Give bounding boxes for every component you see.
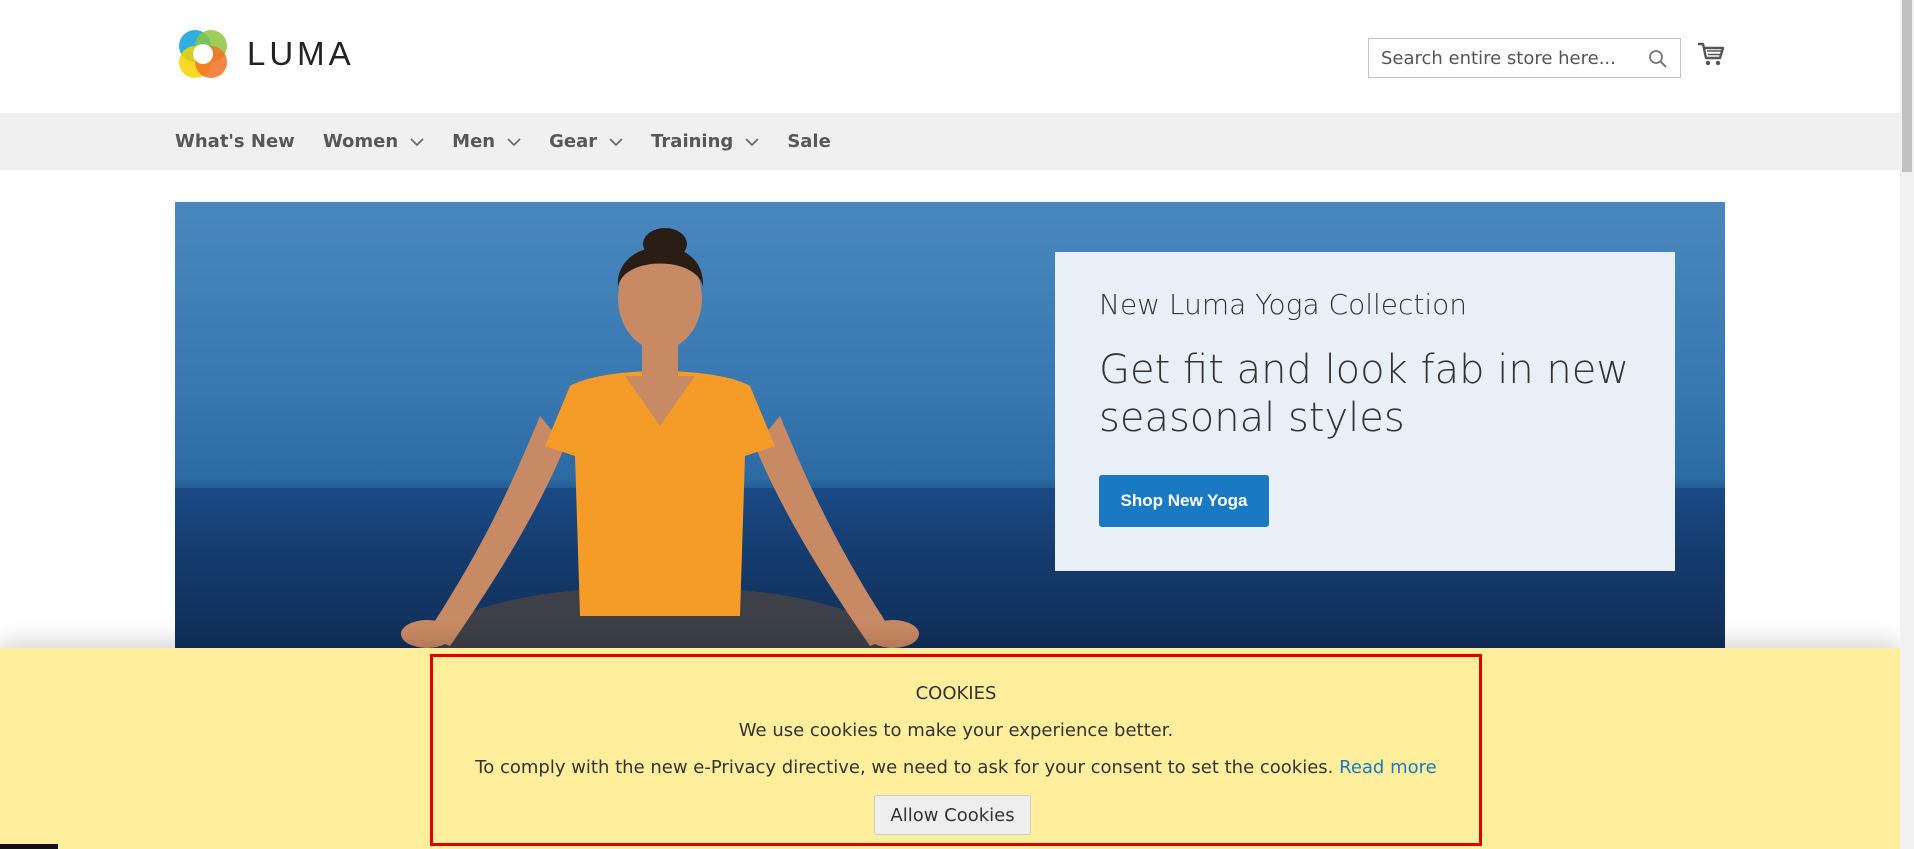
yoga-model-image — [401, 228, 919, 649]
site-header: LUMA — [0, 0, 1900, 113]
main-navigation: What's New Women Men Gear Training Sale — [0, 113, 1900, 170]
nav-item-men[interactable]: Men — [452, 131, 521, 152]
nav-item-label: Training — [651, 131, 734, 152]
read-more-link[interactable]: Read more — [1339, 757, 1437, 778]
store-logo[interactable]: LUMA — [175, 26, 355, 82]
nav-item-label: Men — [452, 131, 496, 152]
nav-item-women[interactable]: Women — [323, 131, 424, 152]
cookie-message: We use cookies to make your experience b… — [738, 720, 1174, 741]
nav-item-sale[interactable]: Sale — [787, 131, 831, 152]
logo-text: LUMA — [247, 35, 355, 72]
chevron-down-icon — [507, 137, 521, 146]
cookie-notice-highlight: COOKIES We use cookies to make your expe… — [430, 654, 1482, 846]
nav-item-label: Sale — [787, 131, 831, 152]
hero-banner[interactable]: New Luma Yoga Collection Get fit and loo… — [175, 202, 1725, 649]
cookie-banner: COOKIES We use cookies to make your expe… — [0, 648, 1900, 849]
chevron-down-icon — [410, 137, 424, 146]
shop-new-yoga-button[interactable]: Shop New Yoga — [1099, 475, 1269, 527]
scrollbar-thumb[interactable] — [1902, 0, 1912, 172]
search-input[interactable] — [1381, 47, 1651, 69]
nav-item-label: What's New — [175, 131, 295, 152]
promo-subtitle: New Luma Yoga Collection — [1099, 288, 1468, 321]
allow-cookies-button[interactable]: Allow Cookies — [874, 795, 1031, 835]
search-box — [1368, 38, 1681, 78]
chevron-down-icon — [609, 137, 623, 146]
nav-item-gear[interactable]: Gear — [549, 131, 623, 152]
vertical-scrollbar[interactable] — [1900, 0, 1914, 849]
nav-item-label: Gear — [549, 131, 598, 152]
nav-item-training[interactable]: Training — [651, 131, 759, 152]
cart-icon[interactable] — [1697, 40, 1725, 68]
luma-logo-icon — [179, 30, 227, 78]
page-edge-bar — [0, 844, 58, 849]
search-icon[interactable] — [1648, 49, 1668, 69]
promo-title: Get fit and look fab in new seasonal sty… — [1099, 347, 1630, 441]
chevron-down-icon — [745, 137, 759, 146]
promo-box: New Luma Yoga Collection Get fit and loo… — [1055, 252, 1675, 571]
nav-item-whats-new[interactable]: What's New — [175, 131, 295, 152]
cookie-title: COOKIES — [915, 683, 997, 704]
nav-item-label: Women — [322, 131, 399, 152]
cookie-directive-text: To comply with the new e-Privacy directi… — [433, 757, 1479, 778]
cookie-directive-message: To comply with the new e-Privacy directi… — [475, 757, 1340, 778]
